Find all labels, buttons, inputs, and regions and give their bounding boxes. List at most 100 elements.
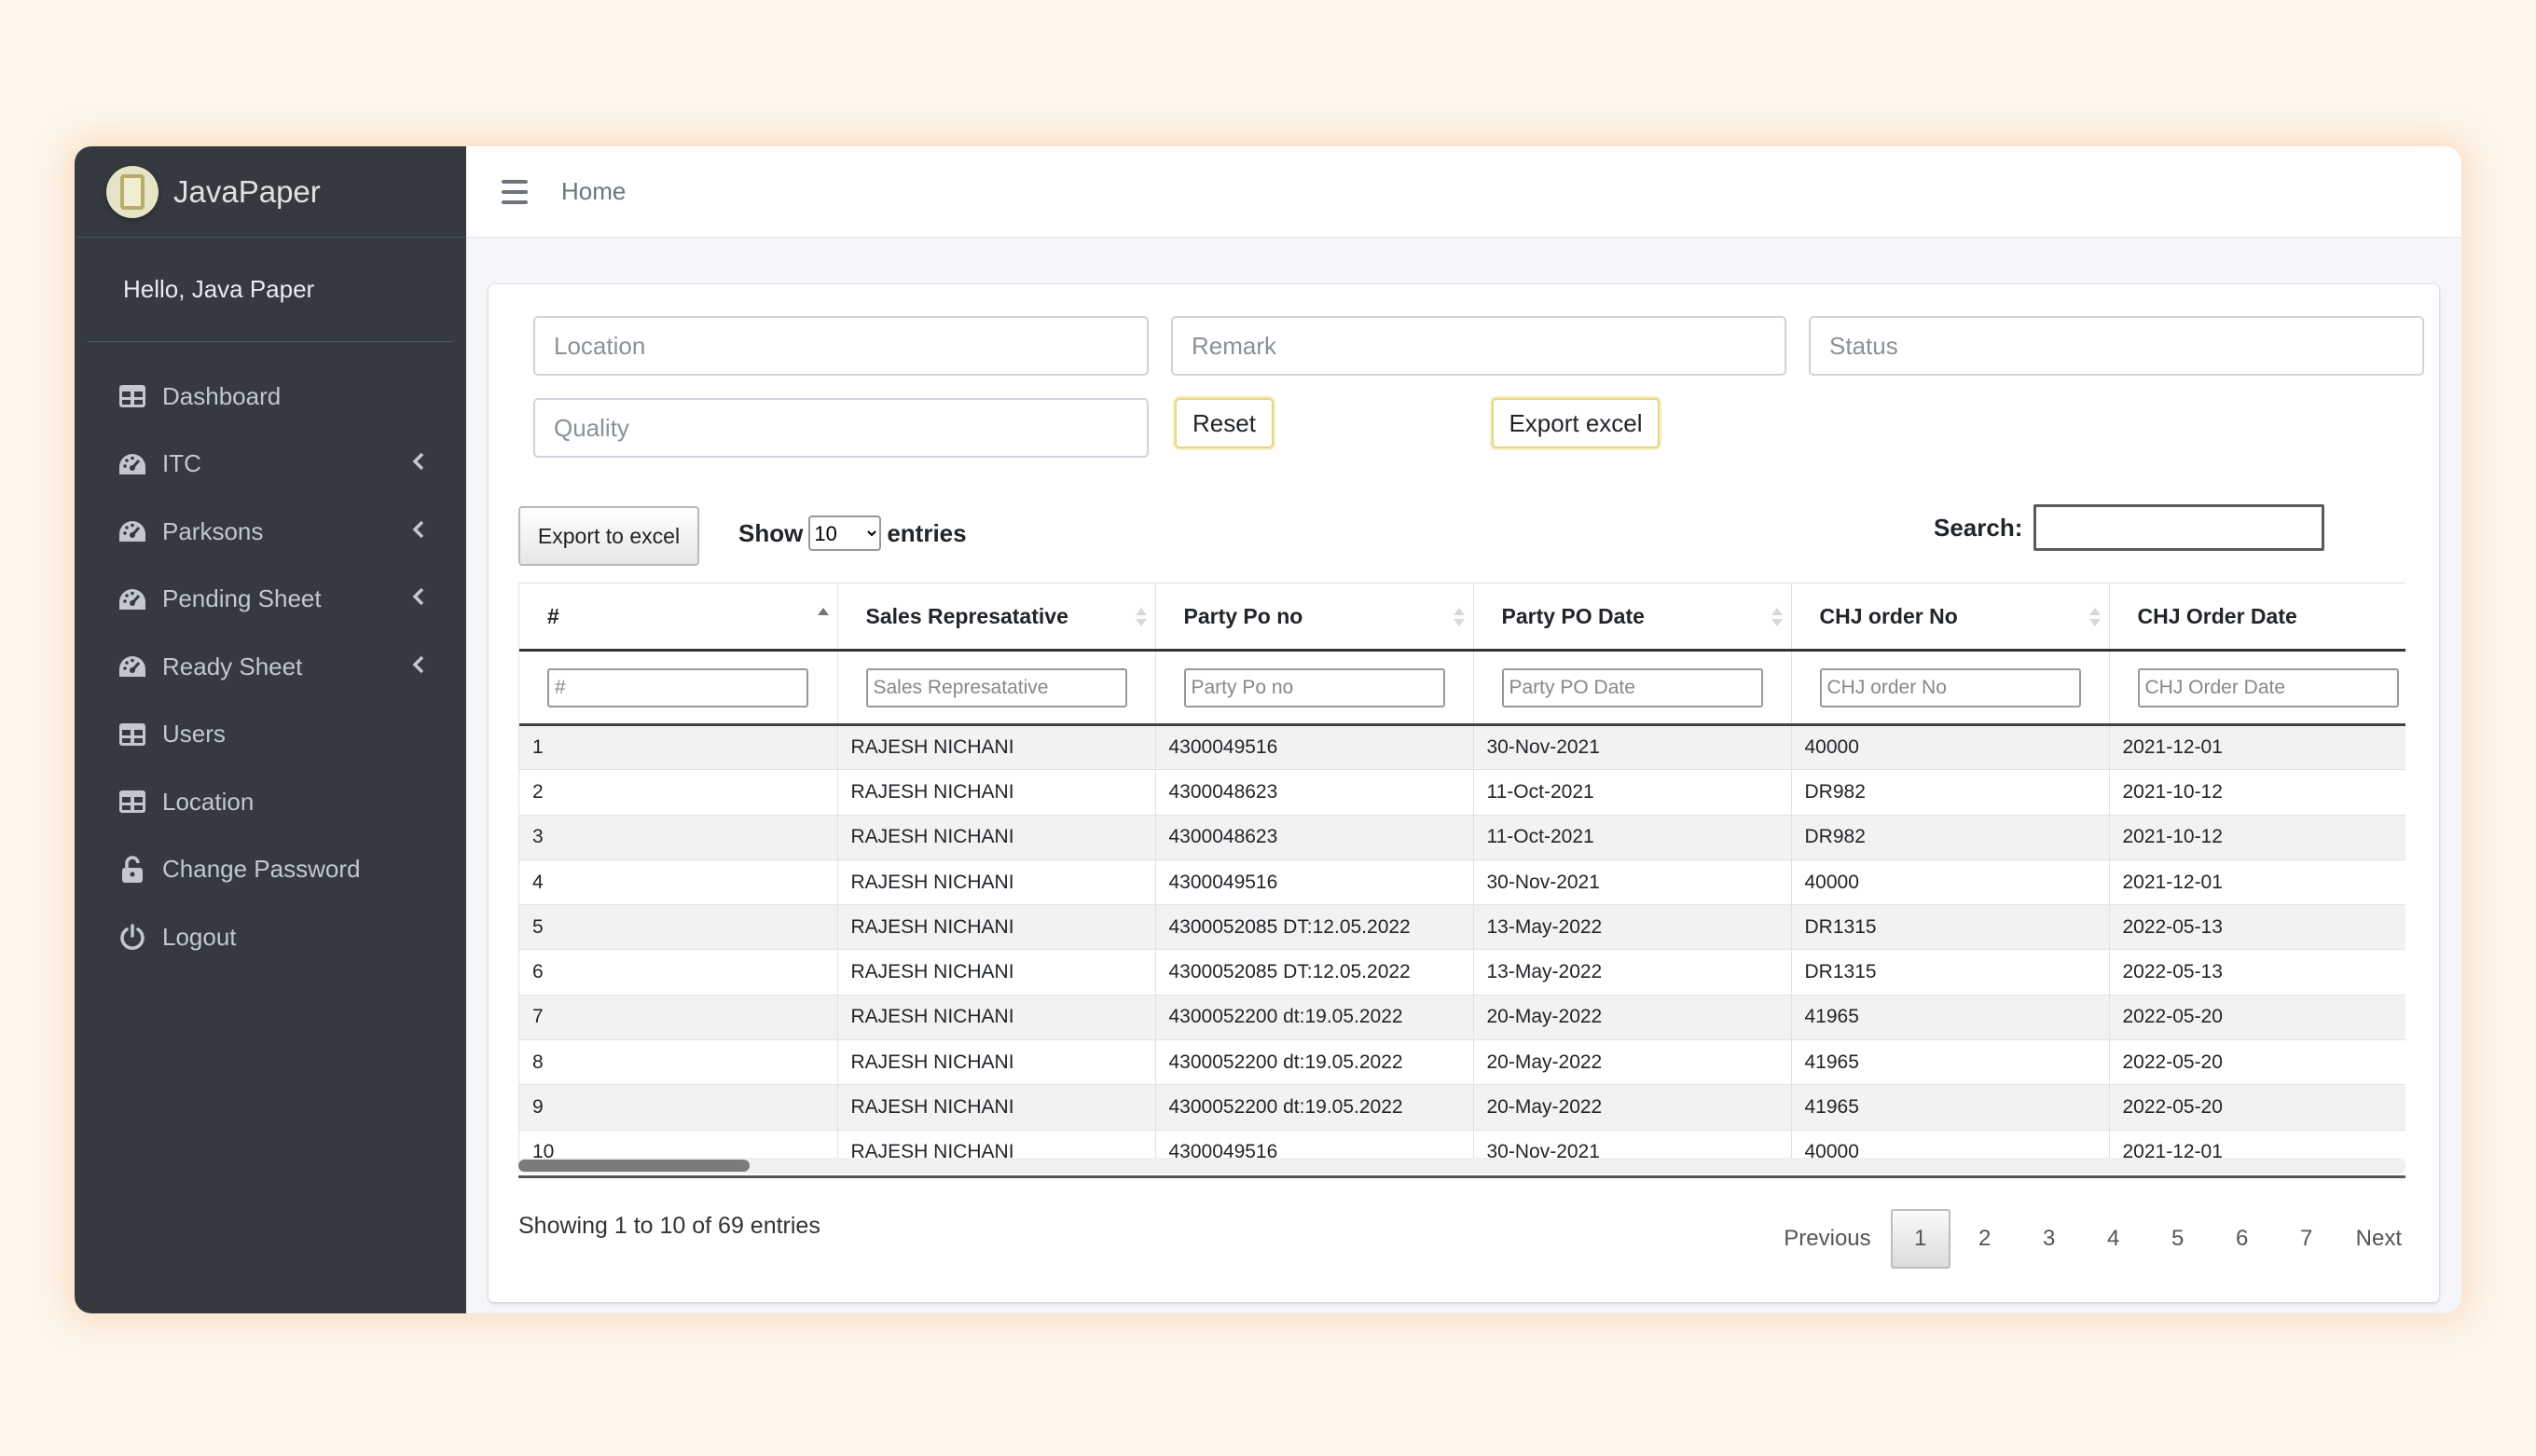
scrollbar-thumb[interactable] (518, 1160, 750, 1172)
page-length-control: Show 102550100 entries (738, 515, 967, 551)
gauge-icon (117, 584, 147, 614)
sidebar-item-itc[interactable]: ITC (75, 431, 466, 499)
export-excel-button[interactable]: Export excel (1492, 398, 1660, 448)
table-row[interactable]: 1 RAJESH NICHANI 4300049516 30-Nov-2021 4000… (519, 724, 2405, 771)
cell-party-po-date: 20-May-2022 (1473, 1084, 1792, 1131)
column-filter-party-po-no[interactable] (1183, 667, 1445, 707)
table-body: 1 RAJESH NICHANI 4300049516 30-Nov-2021 4000… (519, 724, 2405, 1172)
entries-label: entries (887, 518, 967, 547)
show-label: Show (738, 518, 804, 547)
pagination-page-7[interactable]: 7 (2277, 1209, 2336, 1269)
table-row[interactable]: 6 RAJESH NICHANI 4300052085 DT:12.05.2022 1… (519, 949, 2405, 996)
cell-party-po-date: 30-Nov-2021 (1473, 859, 1792, 906)
column-header-label: CHJ order No (1819, 603, 1958, 628)
cell-chj-order-date: 2021-10-12 (2109, 815, 2405, 860)
pagination-page-5[interactable]: 5 (2148, 1209, 2208, 1269)
sidebar-item-label: Change Password (162, 855, 361, 884)
reset-button[interactable]: Reset (1175, 398, 1274, 448)
column-filter-chj-order-date[interactable] (2137, 667, 2399, 707)
pagination-page-1[interactable]: 1 (1890, 1209, 1950, 1269)
cell-party-po-no: 4300052085 DT:12.05.2022 (1155, 904, 1474, 951)
cell-party-po-no: 4300049516 (1155, 724, 1474, 771)
brand-name: JavaPaper (173, 173, 321, 209)
column-filter-index[interactable] (547, 667, 808, 707)
cell-party-po-no: 4300052200 dt:19.05.2022 (1155, 1084, 1474, 1131)
data-table: # Sales Represatative Party Po no Party PO … (519, 583, 2405, 1172)
pagination-page-2[interactable]: 2 (1955, 1209, 2015, 1269)
cell-sales-representative: RAJESH NICHANI (837, 904, 1156, 951)
page-length-select[interactable]: 102550100 (808, 515, 882, 551)
app-window: JavaPaper Hello, Java Paper Dashboard ITC… (75, 146, 2461, 1313)
status-filter-input[interactable] (1809, 316, 2424, 376)
cell-chj-order-no: 41965 (1791, 1084, 2110, 1131)
table-row[interactable]: 4 RAJESH NICHANI 4300049516 30-Nov-2021 4000… (519, 859, 2405, 906)
cell-chj-order-date: 2022-05-13 (2109, 904, 2405, 951)
column-filter-sales-representative[interactable] (865, 667, 1127, 707)
pagination-page-3[interactable]: 3 (2019, 1209, 2079, 1269)
pagination-page-4[interactable]: 4 (2084, 1209, 2143, 1269)
column-header-party-po-no[interactable]: Party Po no (1155, 583, 1474, 652)
user-panel[interactable]: Hello, Java Paper (88, 238, 453, 342)
cell-chj-order-no: 41965 (1791, 995, 2110, 1041)
column-header-party-po-date[interactable]: Party PO Date (1473, 583, 1792, 652)
sidebar-item-label: Dashboard (162, 381, 282, 410)
pagination-previous-button[interactable]: Previous (1769, 1209, 1885, 1269)
cell-index: 3 (519, 815, 838, 860)
cell-chj-order-date: 2022-05-13 (2109, 949, 2405, 996)
column-header-sales-representative[interactable]: Sales Represatative (837, 583, 1156, 652)
cell-party-po-date: 11-Oct-2021 (1473, 769, 1792, 816)
brand-logo (106, 165, 158, 218)
table-row[interactable]: 8 RAJESH NICHANI 4300052200 dt:19.05.2022 2… (519, 1039, 2405, 1086)
sidebar-item-ready-sheet[interactable]: Ready Sheet (75, 633, 466, 701)
column-header-chj-order-date[interactable]: CHJ Order Date (2109, 583, 2405, 652)
pagination-page-6[interactable]: 6 (2212, 1209, 2272, 1269)
export-to-excel-button[interactable]: Export to excel (518, 506, 699, 566)
cell-index: 1 (519, 724, 838, 771)
table-row[interactable]: 5 RAJESH NICHANI 4300052085 DT:12.05.2022 1… (519, 904, 2405, 951)
cell-index: 9 (519, 1084, 838, 1131)
cell-chj-order-date: 2022-05-20 (2109, 1084, 2405, 1131)
sidebar-item-parksons[interactable]: Parksons (75, 498, 466, 566)
cell-chj-order-no: DR1315 (1791, 949, 2110, 996)
pagination-next-button[interactable]: Next (2341, 1209, 2417, 1269)
sidebar-item-location[interactable]: Location (75, 768, 466, 836)
column-header-index[interactable]: # (519, 583, 838, 652)
cell-sales-representative: RAJESH NICHANI (837, 1039, 1156, 1086)
cell-index: 6 (519, 949, 838, 996)
column-filter-chj-order-no[interactable] (1819, 667, 2081, 707)
quality-filter-input[interactable] (533, 398, 1149, 458)
table-row[interactable]: 2 RAJESH NICHANI 4300048623 11-Oct-2021 DR98… (519, 769, 2405, 816)
home-link[interactable]: Home (561, 177, 626, 206)
pagination: Previous 1 2 3 4 5 6 7 Next (1764, 1209, 2417, 1269)
cell-index: 5 (519, 904, 838, 951)
cell-chj-order-no: DR982 (1791, 815, 2110, 860)
table-icon (117, 381, 147, 411)
search-input[interactable] (2033, 504, 2325, 551)
table-row[interactable]: 9 RAJESH NICHANI 4300052200 dt:19.05.2022 2… (519, 1084, 2405, 1131)
location-filter-input[interactable] (533, 316, 1149, 376)
column-header-label: CHJ Order Date (2137, 603, 2297, 628)
cell-chj-order-no: 40000 (1791, 724, 2110, 771)
cell-chj-order-date: 2022-05-20 (2109, 1039, 2405, 1086)
sidebar-item-change-password[interactable]: Change Password (75, 836, 466, 904)
cell-chj-order-date: 2021-12-01 (2109, 724, 2405, 771)
column-header-chj-order-no[interactable]: CHJ order No (1791, 583, 2110, 652)
sidebar-item-pending-sheet[interactable]: Pending Sheet (75, 566, 466, 634)
column-filter-cell (1791, 650, 2110, 726)
sort-both-icon (1135, 608, 1147, 626)
unlock-icon (117, 855, 147, 885)
remark-filter-input[interactable] (1171, 316, 1786, 376)
gauge-icon (117, 516, 147, 546)
cell-party-po-date: 11-Oct-2021 (1473, 815, 1792, 860)
table-row[interactable]: 3 RAJESH NICHANI 4300048623 11-Oct-2021 DR98… (519, 815, 2405, 860)
column-filter-party-po-date[interactable] (1501, 667, 1763, 707)
cell-chj-order-no: DR1315 (1791, 904, 2110, 951)
sidebar-item-dashboard[interactable]: Dashboard (75, 363, 466, 431)
table-row[interactable]: 7 RAJESH NICHANI 4300052200 dt:19.05.2022 2… (519, 995, 2405, 1041)
menu-toggle-icon[interactable] (502, 179, 528, 204)
sort-both-icon (1771, 608, 1783, 626)
brand[interactable]: JavaPaper (75, 146, 466, 238)
sidebar-item-users[interactable]: Users (75, 701, 466, 769)
sidebar-item-logout[interactable]: Logout (75, 903, 466, 971)
horizontal-scrollbar[interactable] (518, 1158, 2405, 1174)
